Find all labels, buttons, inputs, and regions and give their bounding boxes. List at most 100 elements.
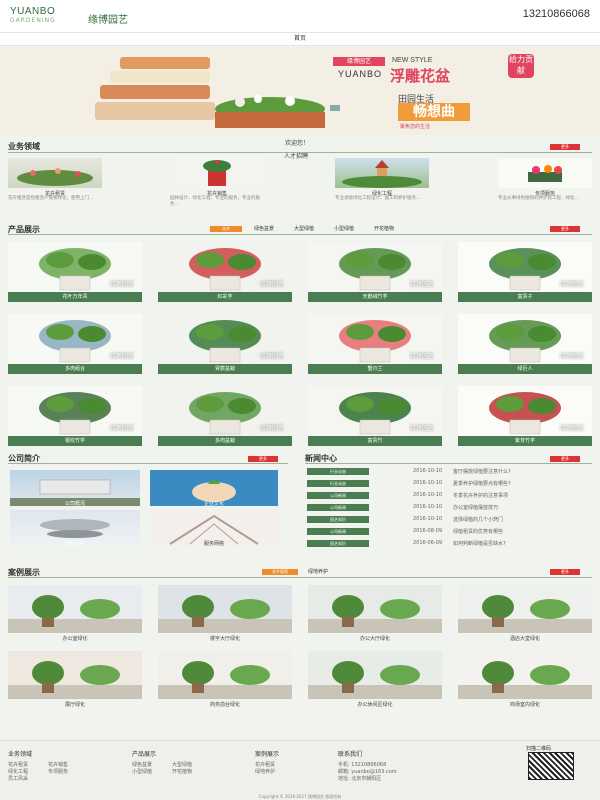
business-image[interactable] xyxy=(170,158,264,188)
news-row[interactable]: 行业动态 2016-10-10 客厅摆放绿植要注意什么? xyxy=(305,467,595,476)
footer-link[interactable]: 员工风采 xyxy=(8,776,48,783)
product-name[interactable]: 富贵子 xyxy=(458,292,592,302)
product-name[interactable]: 紫背竹芋 xyxy=(458,436,592,446)
banner-brand-cn: 缘博园艺 xyxy=(333,57,385,66)
product-image[interactable]: 缘博园艺 xyxy=(308,242,442,292)
news-row[interactable]: 公司新闻 2016-08-09 绿植租赁的优势有哪些 xyxy=(305,527,595,536)
interior-illustration xyxy=(158,661,292,699)
product-name[interactable]: 绿巨人 xyxy=(458,364,592,374)
news-title-text[interactable]: 冬季花卉养护的注意事项 xyxy=(453,492,508,499)
product-name[interactable]: 多肉组合 xyxy=(8,364,142,374)
footer-link[interactable]: 花卉租赁 xyxy=(255,762,295,769)
news-title-text[interactable]: 办公室绿植摆放技巧 xyxy=(453,504,498,511)
footer-link[interactable]: 小型绿植 xyxy=(132,769,172,776)
product-tab[interactable]: 花卉 xyxy=(210,226,242,232)
product-image[interactable]: 缘博园艺 xyxy=(8,386,142,436)
logo[interactable]: YUANBO GARDENING 缘博园艺 xyxy=(10,6,128,26)
case-caption[interactable]: 办公大厅绿化 xyxy=(308,635,442,642)
footer-link[interactable]: 花卉租赁 xyxy=(8,762,48,769)
case-image[interactable] xyxy=(458,651,592,699)
case-caption[interactable]: 展厅绿化 xyxy=(8,701,142,708)
footer-link[interactable]: 绿化工程 xyxy=(8,769,48,776)
product-name[interactable]: 蟹爪兰 xyxy=(308,364,442,374)
case-tab[interactable]: 花卉租赁 xyxy=(262,569,298,575)
product-name[interactable]: 银纹竹芋 xyxy=(8,436,142,446)
footer-link[interactable]: 花卉销售 xyxy=(48,762,88,769)
product-image[interactable]: 缘博园艺 xyxy=(308,314,442,364)
footer-link[interactable]: 大型绿植 xyxy=(172,762,212,769)
news-title-text[interactable]: 如何判断绿植是否缺水? xyxy=(453,540,506,547)
case-caption[interactable]: 办公休闲区绿化 xyxy=(308,701,442,708)
case-caption[interactable]: 酒店大堂绿化 xyxy=(458,635,592,642)
product-tab[interactable]: 小型绿植 xyxy=(334,225,354,232)
product-image[interactable]: 缘博园艺 xyxy=(458,314,592,364)
watermark: 缘博园艺 xyxy=(109,425,134,432)
product-tab[interactable]: 开花植物 xyxy=(374,225,394,232)
footer-link[interactable]: 开花植物 xyxy=(172,769,212,776)
footer-col-business: 业务领域 花卉租赁 花卉销售 绿化工程 专项服务 员工风采 xyxy=(8,749,88,783)
news-more-button[interactable]: 更多 xyxy=(550,456,580,462)
footer-link[interactable]: 专项服务 xyxy=(48,769,88,776)
product-tab[interactable]: 绿色盆景 xyxy=(254,225,274,232)
about-more-button[interactable]: 更多 xyxy=(248,456,278,462)
case-tab[interactable]: 绿地养护 xyxy=(308,568,328,575)
news-row[interactable]: 园艺知识 2016-10-10 选择绿植的几个小窍门 xyxy=(305,515,595,524)
qr-label: 扫描二维码 xyxy=(526,746,552,752)
case-caption[interactable]: 商务前台绿化 xyxy=(158,701,292,708)
product-image[interactable]: 缘博园艺 xyxy=(458,386,592,436)
product-name[interactable]: 花叶万年青 xyxy=(8,292,142,302)
business-more-button[interactable]: 更多 xyxy=(550,144,580,150)
cases-more-button[interactable]: 更多 xyxy=(550,569,580,575)
news-row[interactable]: 园艺知识 2016-06-09 如何判断绿植是否缺水? xyxy=(305,539,595,548)
news-date: 2016-10-10 xyxy=(413,492,443,498)
footer-link[interactable]: 绿地养护 xyxy=(255,769,295,776)
product-image[interactable]: 缘博园艺 xyxy=(8,314,142,364)
hero-banner[interactable]: 缘博园艺 NEW STYLE YUANBO 浮雕花盆 给力贡献 田园生活 畅想曲… xyxy=(0,47,600,135)
watermark: 缘博园艺 xyxy=(259,425,284,432)
product-image[interactable]: 缘博园艺 xyxy=(308,386,442,436)
product-name[interactable]: 富贵竹 xyxy=(308,436,442,446)
product-image[interactable]: 缘博园艺 xyxy=(158,242,292,292)
divider xyxy=(8,463,288,464)
business-item-desc: 专业承接绿化工程设计、施工和养护服务... xyxy=(335,196,421,201)
product-image[interactable]: 缘博园艺 xyxy=(8,242,142,292)
business-image[interactable] xyxy=(335,158,429,188)
case-caption[interactable]: 办公室绿化 xyxy=(8,635,142,642)
banner-badge: 给力贡献 xyxy=(508,54,534,78)
news-title-text[interactable]: 绿植租赁的优势有哪些 xyxy=(453,528,503,535)
product-image[interactable]: 缘博园艺 xyxy=(158,386,292,436)
talent-link[interactable]: 人才招聘 xyxy=(284,151,308,160)
case-image[interactable] xyxy=(8,651,142,699)
products-more-button[interactable]: 更多 xyxy=(550,226,580,232)
news-row[interactable]: 行业动态 2016-10-10 夏季养护绿植要点有哪些? xyxy=(305,479,595,488)
news-title-text[interactable]: 客厅摆放绿植要注意什么? xyxy=(453,468,511,475)
footer-link[interactable]: 绿色盆景 xyxy=(132,762,172,769)
footer-col-contact: 联系我们 手机: 13210866068 邮箱: yuanbo@163.com … xyxy=(338,749,397,783)
case-image[interactable] xyxy=(8,585,142,633)
news-title-text[interactable]: 选择绿植的几个小窍门 xyxy=(453,516,503,523)
case-image[interactable] xyxy=(158,651,292,699)
news-title-text[interactable]: 夏季养护绿植要点有哪些? xyxy=(453,480,511,487)
business-image[interactable] xyxy=(498,158,592,188)
divider xyxy=(8,577,592,578)
product-name[interactable]: 肾蕨盆栽 xyxy=(158,364,292,374)
product-name[interactable]: 天鹅绒竹芋 xyxy=(308,292,442,302)
product-image[interactable]: 缘博园艺 xyxy=(158,314,292,364)
product-tab[interactable]: 大型绿植 xyxy=(294,225,314,232)
news-row[interactable]: 公司新闻 2016-10-10 办公室绿植摆放技巧 xyxy=(305,503,595,512)
news-tag: 公司新闻 xyxy=(307,492,369,499)
product-name[interactable]: 红彩芋 xyxy=(158,292,292,302)
case-image[interactable] xyxy=(158,585,292,633)
case-caption[interactable]: 商场室内绿化 xyxy=(458,701,592,708)
case-image[interactable] xyxy=(458,585,592,633)
product-name[interactable]: 多肉盆栽 xyxy=(158,436,292,446)
case-caption[interactable]: 楼宇大厅绿化 xyxy=(158,635,292,642)
case-image[interactable] xyxy=(308,651,442,699)
business-title: 业务领域 xyxy=(8,142,40,151)
news-row[interactable]: 公司新闻 2016-10-10 冬季花卉养护的注意事项 xyxy=(305,491,595,500)
case-image[interactable] xyxy=(308,585,442,633)
nav-home[interactable]: 首页 xyxy=(294,35,306,42)
product-image[interactable]: 缘博园艺 xyxy=(458,242,592,292)
footer-col-cases: 案例展示 花卉租赁 绿地养护 xyxy=(255,749,295,776)
business-image[interactable] xyxy=(8,158,102,188)
